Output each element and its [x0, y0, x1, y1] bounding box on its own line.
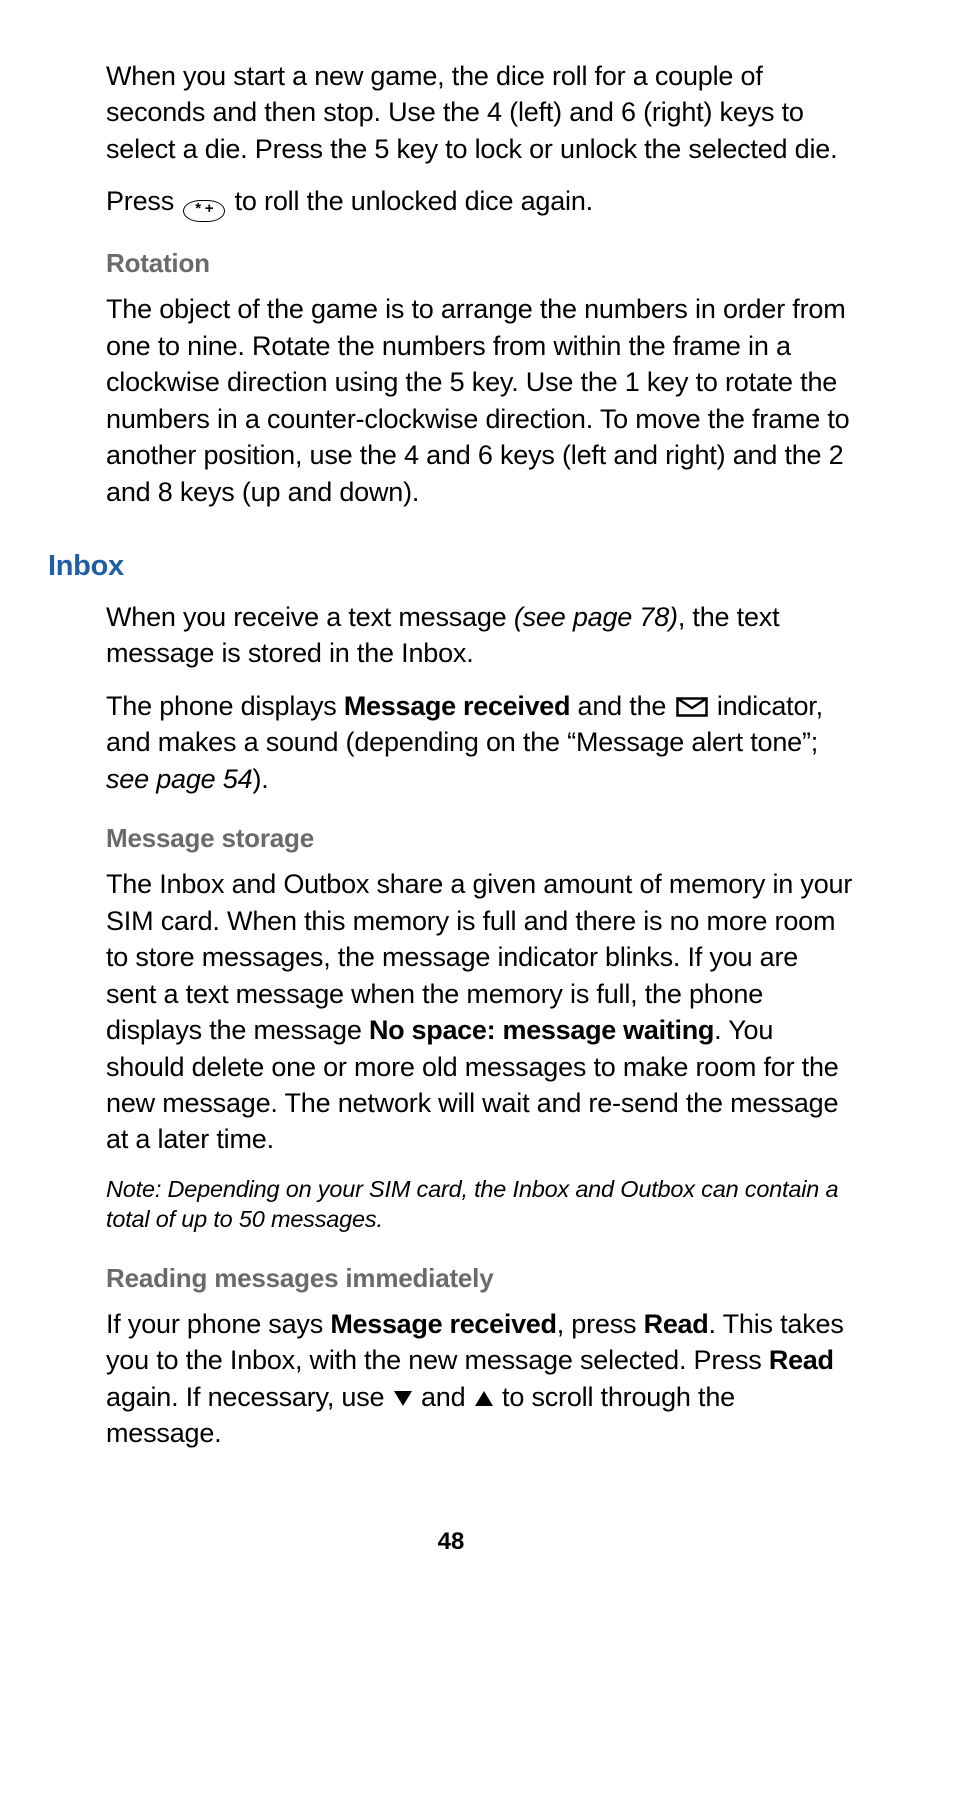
press-prefix: Press [106, 186, 181, 216]
inbox-heading: Inbox [48, 550, 854, 583]
text-fragment: again. If necessary, use [106, 1382, 392, 1412]
star-plus-key-icon: * + [183, 200, 225, 222]
text-fragment: and [414, 1382, 473, 1412]
storage-paragraph: The Inbox and Outbox share a given amoun… [106, 866, 854, 1158]
text-fragment: and the [570, 691, 673, 721]
text-fragment: ). [252, 764, 268, 794]
ui-label: Read [769, 1345, 834, 1375]
text-fragment: , press [557, 1309, 644, 1339]
reading-paragraph: If your phone says Message received, pre… [106, 1306, 854, 1452]
page-number: 48 [48, 1528, 854, 1556]
text-fragment: The phone displays [106, 691, 344, 721]
storage-note: Note: Depending on your SIM card, the In… [106, 1174, 854, 1235]
ui-label: Message received [330, 1309, 556, 1339]
dice-paragraph: When you start a new game, the dice roll… [106, 58, 854, 167]
up-arrow-icon [475, 1391, 493, 1406]
text-fragment: When you receive a text message [106, 602, 514, 632]
roll-again-paragraph: Press * + to roll the unlocked dice agai… [106, 183, 854, 222]
ui-label: No space: message waiting [369, 1015, 714, 1045]
inbox-paragraph-2: The phone displays Message received and … [106, 688, 854, 797]
press-suffix: to roll the unlocked dice again. [227, 186, 593, 216]
reading-heading: Reading messages immediately [106, 1261, 854, 1296]
envelope-icon [676, 697, 708, 717]
rotation-paragraph: The object of the game is to arrange the… [106, 291, 854, 510]
page-reference: see page 54 [106, 764, 252, 794]
rotation-heading: Rotation [106, 246, 854, 281]
down-arrow-icon [394, 1391, 412, 1406]
inbox-paragraph-1: When you receive a text message (see pag… [106, 599, 854, 672]
message-storage-heading: Message storage [106, 821, 854, 856]
ui-label: Read [644, 1309, 709, 1339]
text-fragment: If your phone says [106, 1309, 330, 1339]
page-reference: (see page 78) [514, 602, 678, 632]
ui-label: Message received [344, 691, 570, 721]
